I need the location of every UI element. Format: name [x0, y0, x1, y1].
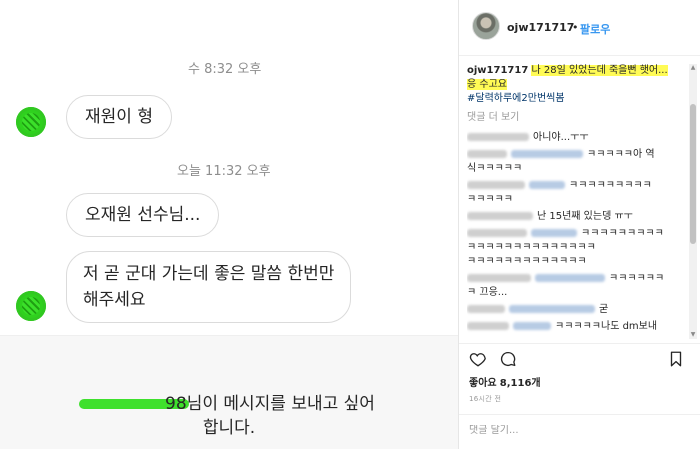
comments-scrollbar[interactable]: ▲ ▼: [689, 64, 697, 339]
message-request-bar: 98님이 메시지를 보내고 싶어 합니다.: [0, 335, 458, 449]
redacted-mention: [511, 150, 583, 158]
chat-panel: 수 8:32 오후 재원이 형 오늘 11:32 오후 오재원 선수님... 저…: [0, 0, 458, 449]
caption-username[interactable]: ojw171717: [467, 65, 528, 76]
comment-box: [459, 414, 700, 449]
profile-avatar[interactable]: [472, 12, 500, 40]
post-timestamp: 16시간 전: [469, 395, 502, 403]
comment-item: 아니야...ㅜㅜ: [467, 131, 689, 145]
message-text: 저 곧 군대 가는데 좋은 말씀 한번만: [83, 264, 335, 284]
instagram-post-panel: ojw171717 • 팔로우 ojw171717 나 28일 있었는데 죽을뻔…: [458, 0, 700, 449]
comment-item: ㅋㅋㅋㅋㅋㅋㅋ 끄응...: [467, 273, 665, 298]
message-bubble: 저 곧 군대 가는데 좋은 말씀 한번만 해주세요: [66, 251, 352, 323]
post-header: ojw171717 • 팔로우: [459, 0, 700, 56]
caption-text: 응 수고요: [467, 79, 507, 90]
message-bubble: 오재원 선수님...: [66, 193, 220, 237]
redacted-username: 98: [79, 392, 189, 416]
bookmark-icon[interactable]: [667, 350, 685, 368]
comment-input[interactable]: [469, 425, 689, 436]
comment-item: ㅋㅋㅋㅋㅋㅋㅋㅋㅋ ㅋㅋㅋㅋㅋㅋㅋㅋㅋㅋㅋㅋㅋㅋ ㅋㅋㅋㅋㅋㅋㅋㅋㅋㅋㅋㅋㅋ: [467, 228, 664, 267]
post-username[interactable]: ojw171717: [507, 21, 574, 34]
comment-item: ㅋㅋㅋㅋㅋ아 역 식ㅋㅋㅋㅋㅋ: [467, 149, 655, 174]
comment-bubble-icon[interactable]: [499, 350, 517, 368]
message-timestamp: 오늘 11:32 오후: [177, 164, 271, 179]
message-request-text: 98님이 메시지를 보내고 싶어 합니다.: [0, 392, 458, 440]
likes-count[interactable]: 좋아요 8,116개: [469, 374, 541, 389]
sender-avatar[interactable]: [16, 107, 46, 137]
follow-button[interactable]: 팔로우: [580, 21, 610, 37]
message-text: 오재원 선수님...: [85, 205, 201, 225]
comment-item: ㅋㅋㅋㅋㅋ나도 dm보내: [467, 320, 689, 334]
post-actions: [459, 343, 700, 371]
message-text: 재원이 형: [85, 107, 153, 127]
heart-icon[interactable]: [469, 350, 487, 368]
comment-item: 난 15년째 있는뎅 ㅠㅜ: [467, 210, 689, 224]
separator-dot: •: [572, 21, 579, 34]
comments-list: ojw171717 나 28일 있었는데 죽을뻔 햇어... 응 수고요 #달력…: [467, 64, 689, 339]
message-text: 해주세요: [83, 290, 146, 310]
caption-text: 나 28일 있었는데 죽을뻔 햇어...: [531, 65, 668, 76]
scroll-thumb[interactable]: [690, 104, 696, 244]
message-bubble: 재원이 형: [66, 95, 172, 139]
post-caption: ojw171717 나 28일 있었는데 죽을뻔 햇어... 응 수고요 #달력…: [467, 64, 689, 106]
redacted-username: [467, 133, 529, 141]
scroll-down-arrow-icon[interactable]: ▼: [689, 331, 697, 339]
comment-item: ㅋㅋㅋㅋㅋㅋㅋㅋㅋ ㅋㅋㅋㅋㅋ: [467, 180, 652, 205]
message-timestamp: 수 8:32 오후: [188, 62, 262, 77]
load-more-comments[interactable]: 댓글 더 보기: [467, 111, 689, 125]
sender-avatar[interactable]: [16, 291, 46, 321]
hashtag-link[interactable]: #달력하루에2만번씩봄: [467, 93, 565, 104]
scroll-up-arrow-icon[interactable]: ▲: [689, 64, 697, 72]
comment-item: 굳: [467, 303, 689, 317]
